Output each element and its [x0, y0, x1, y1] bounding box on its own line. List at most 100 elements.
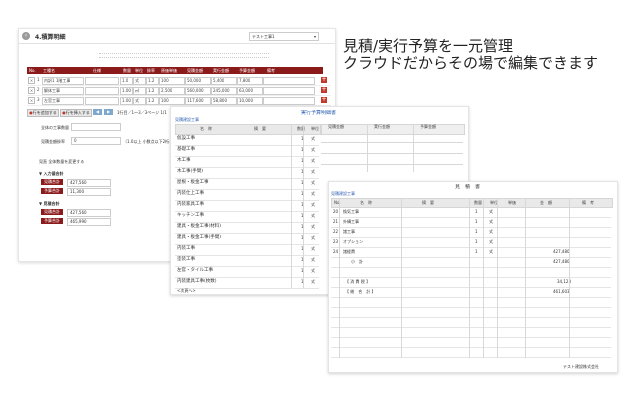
- col-name: 名 称: [200, 126, 212, 131]
- row-name: 内装仕上工事: [177, 191, 204, 196]
- row-execute-input[interactable]: 58,800: [211, 97, 237, 105]
- next-page-link[interactable]: <次頁へ>: [177, 288, 196, 293]
- next-page-icon[interactable]: ▶: [104, 109, 113, 115]
- row-name: 塗装工事: [177, 257, 195, 262]
- add-line-button[interactable]: ●行を追加する: [27, 109, 59, 117]
- row-spec-input[interactable]: [85, 77, 119, 85]
- row-name-input[interactable]: 解体工事: [42, 87, 84, 95]
- estimate-table-header: No. 名 称 摘 要 数量 単位 単価 金 額 備 考: [331, 198, 613, 208]
- row-no: 22: [333, 229, 339, 234]
- row-qty-input[interactable]: 1.0: [120, 77, 133, 85]
- table-row[interactable]: × 3 左官工事 1.00 式 1.2 100 117,600 58,800 1…: [27, 96, 331, 106]
- row-cost: 2,500: [161, 88, 173, 93]
- col-spec: 仕様: [93, 68, 101, 73]
- col-unit: 単位: [311, 126, 319, 131]
- row-execute-input[interactable]: 5,400: [211, 77, 237, 85]
- row-qty: 1: [475, 219, 478, 224]
- row-name: 左官・タイル工事: [177, 268, 213, 273]
- project-select[interactable]: テスト工事1 ▾: [249, 32, 319, 41]
- row-no: 20: [333, 209, 339, 214]
- rate-label: 見積金額掛率: [41, 139, 65, 144]
- row-unit: 式: [311, 191, 315, 196]
- table-row[interactable]: × 2 解体工事 1.00 ㎡ 1.2 2,500 560,000 245,00…: [27, 86, 331, 96]
- row-budget-input[interactable]: 10,000: [237, 97, 263, 105]
- total-qty-label: 全体の工事数量: [41, 125, 69, 130]
- row-budget-input[interactable]: 7,800: [237, 77, 263, 85]
- row-amount: 427,480: [553, 249, 570, 254]
- row-unit-input[interactable]: 式: [133, 77, 146, 85]
- table-row: 内装建具工事(枚数) 1 式: [175, 277, 319, 289]
- row-name: オプション: [343, 239, 363, 244]
- row-spec-input[interactable]: [85, 87, 119, 95]
- table-row[interactable]: × 1 内訳1 1階工事 1.0 式 1.2 100 50,000 5,400 …: [27, 76, 331, 86]
- row-estimate-input[interactable]: 560,000: [185, 87, 211, 95]
- row-name: 建具・板金工事(材料): [177, 224, 222, 229]
- row-unit: 式: [135, 98, 139, 103]
- row-no: 23: [333, 239, 339, 244]
- row-budget-input[interactable]: 63,000: [237, 87, 263, 95]
- row-name: 諸経費: [343, 249, 355, 254]
- row-name-input[interactable]: 左官工事: [42, 97, 84, 105]
- row-rate-input[interactable]: 1.2: [146, 97, 159, 105]
- row-cost-input[interactable]: 2,500: [159, 87, 185, 95]
- row-unit: ㎡: [135, 88, 139, 93]
- row-estimate-input[interactable]: 117,600: [185, 97, 211, 105]
- row-note-input[interactable]: [263, 97, 315, 105]
- row-no: 21: [333, 219, 339, 224]
- row-unit: 式: [489, 239, 493, 244]
- row-unit: 式: [311, 235, 315, 240]
- row-note-input[interactable]: [263, 77, 315, 85]
- row-name: 内装建具工事(枚数): [177, 279, 217, 284]
- row-name: 解体工事: [44, 88, 60, 93]
- add-row-icon[interactable]: +: [321, 97, 327, 103]
- insert-line-button[interactable]: ●行を挿入する: [60, 109, 92, 117]
- estimate-total-value: 427,560: [67, 179, 111, 187]
- row-no: 2: [37, 87, 40, 92]
- row-note-input[interactable]: [263, 87, 315, 95]
- row-unit: 式: [311, 158, 315, 163]
- row-rate-input[interactable]: 1.2: [146, 87, 159, 95]
- row-amount: 427,480: [553, 259, 570, 264]
- col-price: 単価: [508, 200, 516, 205]
- row-spec-input[interactable]: [85, 97, 119, 105]
- row-estimate: 560,000: [187, 88, 204, 93]
- row-unit-input[interactable]: ㎡: [133, 87, 146, 95]
- execute-grand-value: 465,990: [67, 218, 111, 226]
- row-menu-icon[interactable]: ×: [28, 87, 35, 94]
- row-name: 小 計: [351, 259, 363, 264]
- total-qty-input[interactable]: [71, 123, 121, 131]
- row-unit-input[interactable]: 式: [133, 97, 146, 105]
- back-arrow-icon[interactable]: ‹: [22, 32, 30, 40]
- headline: 見積/実行予算を一元管理 クラウドだからその場で編集できます: [343, 38, 633, 72]
- header-estimate: 見積金額: [328, 124, 344, 129]
- row-unit: 式: [311, 147, 315, 152]
- add-row-icon[interactable]: +: [321, 77, 327, 83]
- rate-input[interactable]: 0: [71, 137, 121, 145]
- row-estimate-input[interactable]: 50,000: [185, 77, 211, 85]
- add-line-label: 行を追加する: [32, 110, 57, 115]
- row-budget: 10,000: [239, 98, 253, 103]
- row-menu-icon[interactable]: ×: [28, 77, 35, 84]
- company-name: テスト建設株式会社: [563, 364, 599, 369]
- col-name: 名 称: [360, 200, 372, 205]
- header-budget: 予算金額: [420, 124, 436, 129]
- row-qty: 1.0: [122, 78, 129, 83]
- row-execute-input[interactable]: 245,000: [211, 87, 237, 95]
- row-qty-input[interactable]: 1.00: [120, 97, 133, 105]
- col-amount: 金 額: [540, 200, 552, 205]
- row-qty-input[interactable]: 1.00: [120, 87, 133, 95]
- add-row-icon[interactable]: +: [321, 87, 327, 93]
- row-name: 外構工事: [343, 219, 359, 224]
- section-note: 見直 全体数量を変更する: [39, 159, 85, 164]
- row-cost-input[interactable]: 100: [159, 97, 185, 105]
- row-name: 左官工事: [44, 98, 60, 103]
- row-execute: 5,400: [213, 78, 225, 83]
- row-name: 【 消 費 税 】: [345, 279, 371, 284]
- row-menu-icon[interactable]: ×: [28, 97, 35, 104]
- prev-page-icon[interactable]: ◀: [93, 109, 102, 115]
- row-cost-input[interactable]: 100: [159, 77, 185, 85]
- row-unit: 式: [311, 180, 315, 185]
- row-name-input[interactable]: 内訳1 1階工事: [42, 77, 84, 85]
- col-rate: 掛率: [147, 68, 155, 73]
- row-rate-input[interactable]: 1.2: [146, 77, 159, 85]
